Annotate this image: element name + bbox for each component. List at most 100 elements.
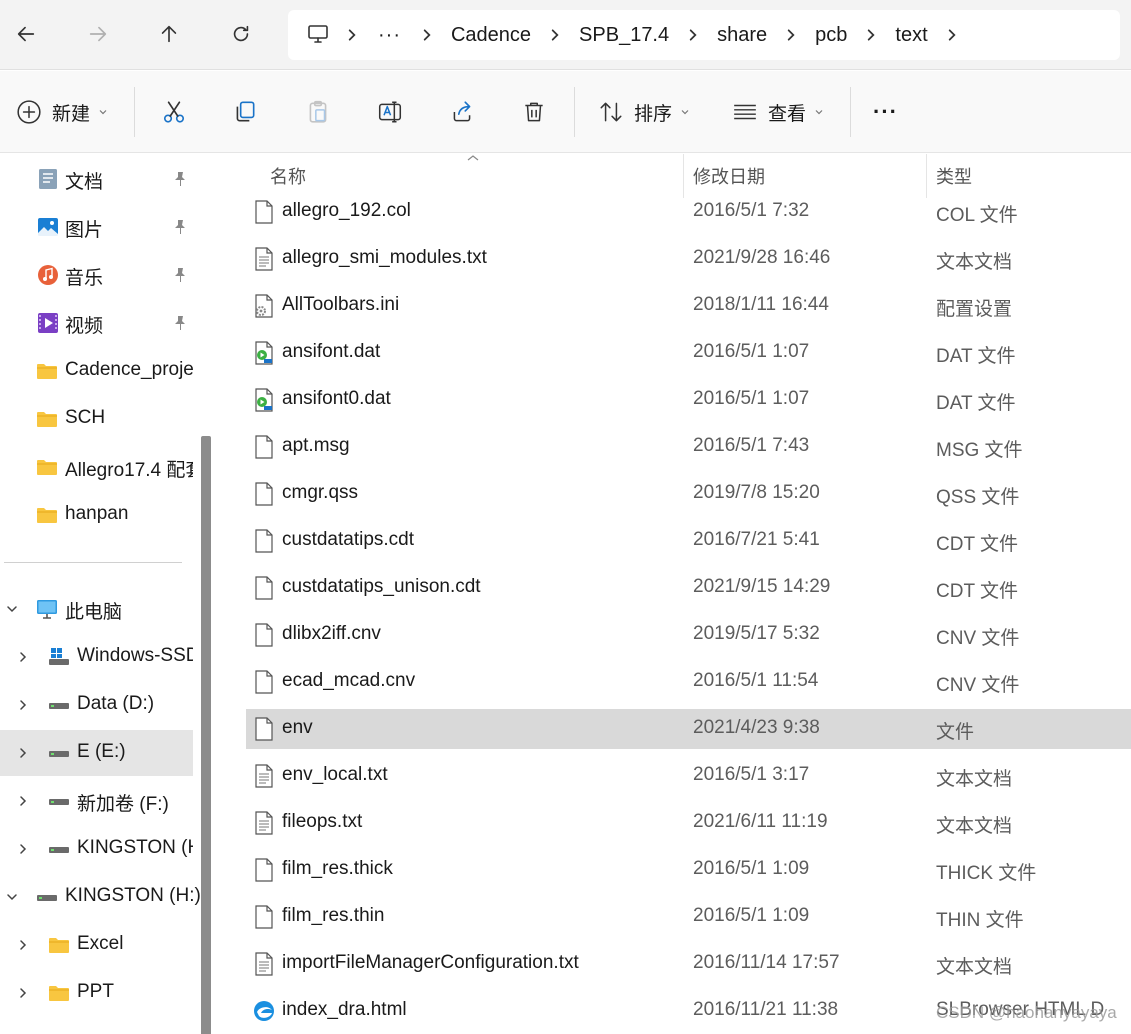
file-row[interactable]: apt.msg 2016/5/1 7:43 MSG 文件: [246, 427, 1131, 467]
sidebar-item-folder[interactable]: Allegro17.4 配套: [0, 444, 193, 490]
refresh-button[interactable]: [219, 12, 263, 56]
sidebar-item-label: 图片: [65, 220, 104, 241]
file-row[interactable]: fileops.txt 2021/6/11 11:19 文本文档: [246, 803, 1131, 843]
sidebar-item-drive[interactable]: Data (D:): [0, 682, 193, 728]
chevron-down-icon[interactable]: [5, 602, 19, 616]
file-date: 2021/6/11 11:19: [693, 811, 828, 832]
sidebar-item-label: E (E:): [77, 741, 126, 762]
music-icon: [38, 265, 58, 285]
file-date: 2016/5/1 3:17: [693, 764, 810, 785]
file-row[interactable]: env_local.txt 2016/5/1 3:17 文本文档: [246, 756, 1131, 796]
breadcrumb-item[interactable]: text: [891, 24, 931, 47]
sidebar-item-usb-drive[interactable]: KINGSTON (H:): [0, 874, 201, 920]
file-row[interactable]: ecad_mcad.cnv 2016/5/1 11:54 CNV 文件: [246, 662, 1131, 702]
more-icon: ···: [873, 99, 898, 124]
file-name: env: [282, 717, 313, 738]
rename-button[interactable]: [377, 91, 403, 133]
chevron-right-icon[interactable]: [16, 746, 30, 760]
column-date[interactable]: 修改日期: [693, 163, 765, 189]
file-row[interactable]: dlibx2iff.cnv 2019/5/17 5:32 CNV 文件: [246, 615, 1131, 655]
new-button[interactable]: 新建: [16, 91, 108, 133]
file-row[interactable]: allegro_192.col 2016/5/1 7:32 COL 文件: [246, 192, 1131, 232]
breadcrumb-item[interactable]: SPB_17.4: [575, 24, 673, 47]
pin-icon[interactable]: [172, 171, 188, 187]
windows-drive-icon: [49, 648, 69, 665]
file-row[interactable]: env 2021/4/23 9:38 文件: [246, 709, 1131, 749]
file-row[interactable]: importFileManagerConfiguration.txt 2016/1…: [246, 944, 1131, 984]
sidebar-item-drive[interactable]: 新加卷 (F:): [0, 778, 193, 824]
file-type: CDT 文件: [936, 534, 1018, 555]
share-button[interactable]: [449, 91, 475, 133]
chevron-right-icon[interactable]: [16, 650, 30, 664]
sidebar-item-videos[interactable]: 视频: [0, 300, 193, 346]
pin-icon[interactable]: [172, 315, 188, 331]
file-row[interactable]: ansifont.dat 2016/5/1 1:07 DAT 文件: [246, 333, 1131, 373]
chevron-right-icon[interactable]: [535, 28, 575, 42]
sidebar-item-music[interactable]: 音乐: [0, 252, 193, 298]
file-icon: [253, 905, 275, 929]
delete-button[interactable]: [521, 91, 547, 133]
breadcrumb-item[interactable]: pcb: [811, 24, 851, 47]
file-row[interactable]: allegro_smi_modules.txt 2021/9/28 16:46 文本…: [246, 239, 1131, 279]
back-button[interactable]: [4, 12, 48, 56]
file-name: ansifont.dat: [282, 341, 381, 362]
chevron-right-icon[interactable]: [851, 28, 891, 42]
chevron-right-icon[interactable]: [673, 28, 713, 42]
file-row[interactable]: ansifont0.dat 2016/5/1 1:07 DAT 文件: [246, 380, 1131, 420]
forward-button[interactable]: [76, 12, 120, 56]
folder-icon: [37, 412, 57, 427]
up-button[interactable]: [147, 12, 191, 56]
chevron-right-icon[interactable]: [16, 794, 30, 808]
sidebar-scrollbar[interactable]: [201, 436, 211, 1034]
sidebar-item-folder[interactable]: [0, 1018, 193, 1034]
media-file-icon: [253, 341, 275, 365]
file-name: allegro_192.col: [282, 200, 411, 221]
more-options-button[interactable]: ···: [873, 91, 898, 133]
sidebar-item-folder[interactable]: Excel: [0, 922, 193, 968]
chevron-right-icon[interactable]: [16, 698, 30, 712]
paste-button[interactable]: [305, 91, 331, 133]
file-row[interactable]: custdatatips_unison.cdt 2021/9/15 14:29 CD…: [246, 568, 1131, 608]
sidebar-item-drive[interactable]: E (E:): [0, 730, 193, 776]
sidebar-item-drive[interactable]: Windows-SSD: [0, 634, 193, 680]
column-name[interactable]: 名称: [270, 163, 306, 189]
pin-icon[interactable]: [172, 219, 188, 235]
file-type: 文本文档: [936, 252, 1013, 273]
pin-icon[interactable]: [172, 267, 188, 283]
cut-button[interactable]: [161, 91, 187, 133]
text-file-icon: [253, 811, 275, 835]
drive-icon: [49, 847, 69, 853]
file-name: fileops.txt: [282, 811, 363, 832]
sidebar-item-this-pc[interactable]: 此电脑: [0, 586, 193, 632]
sidebar-item-folder[interactable]: SCH: [0, 396, 193, 442]
share-icon: [453, 101, 471, 122]
chevron-right-icon[interactable]: [932, 28, 972, 42]
videos-icon: [38, 313, 58, 333]
file-row[interactable]: AllToolbars.ini 2018/1/11 16:44 配置设置: [246, 286, 1131, 326]
column-type[interactable]: 类型: [936, 163, 972, 189]
chevron-down-icon[interactable]: [5, 890, 19, 904]
view-button[interactable]: 查看: [732, 91, 824, 133]
copy-button[interactable]: [232, 91, 258, 133]
chevron-right-icon[interactable]: [771, 28, 811, 42]
chevron-right-icon[interactable]: [16, 842, 30, 856]
breadcrumb-item[interactable]: Cadence: [447, 24, 535, 47]
chevron-right-icon[interactable]: [332, 28, 372, 42]
file-row[interactable]: custdatatips.cdt 2016/7/21 5:41 CDT 文件: [246, 521, 1131, 561]
sidebar-item-drive[interactable]: KINGSTON (H:): [0, 826, 193, 872]
sidebar-item-folder[interactable]: PPT: [0, 970, 193, 1016]
sidebar-item-folder[interactable]: Cadence_proje: [0, 348, 193, 394]
chevron-right-icon[interactable]: [407, 28, 447, 42]
chevron-right-icon[interactable]: [16, 986, 30, 1000]
file-row[interactable]: film_res.thin 2016/5/1 1:09 THIN 文件: [246, 897, 1131, 937]
file-row[interactable]: film_res.thick 2016/5/1 1:09 THICK 文件: [246, 850, 1131, 890]
chevron-right-icon[interactable]: [16, 938, 30, 952]
breadcrumb-overflow[interactable]: ···: [372, 24, 407, 47]
file-row[interactable]: cmgr.qss 2019/7/8 15:20 QSS 文件: [246, 474, 1131, 514]
sort-button[interactable]: 排序: [598, 91, 690, 133]
sidebar-item-documents[interactable]: 文档: [0, 156, 193, 202]
computer-icon[interactable]: [306, 22, 332, 48]
sidebar-item-folder[interactable]: hanpan: [0, 492, 193, 538]
sidebar-item-pictures[interactable]: 图片: [0, 204, 193, 250]
breadcrumb-item[interactable]: share: [713, 24, 771, 47]
